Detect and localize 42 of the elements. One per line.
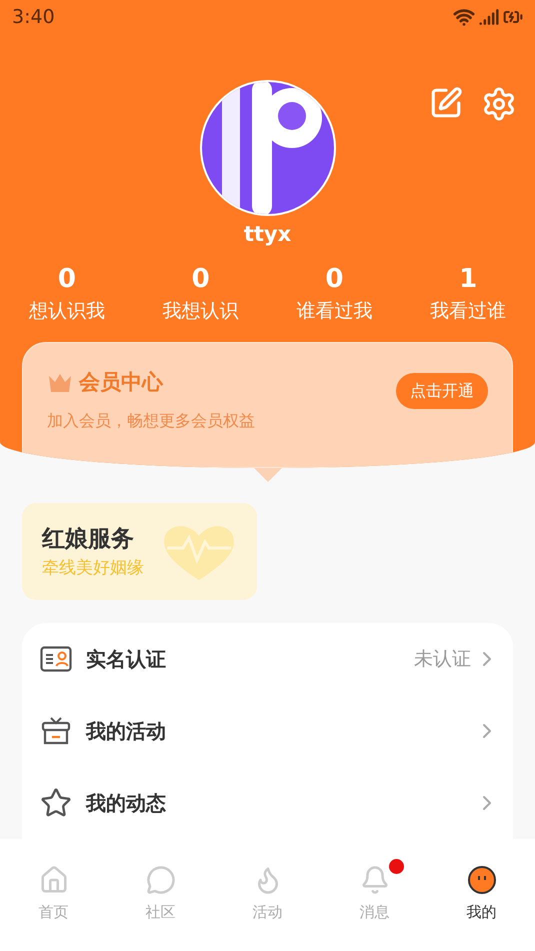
vip-card[interactable]: 会员中心 加入会员，畅想更多会员权益 点击开通 (22, 342, 513, 468)
matchmaker-card[interactable]: 红娘服务 牵线美好姻缘 (22, 503, 257, 600)
gift-box-icon (41, 716, 71, 746)
home-icon (38, 865, 68, 895)
chat-bubble-icon (146, 865, 176, 895)
user-name: ttyx (244, 221, 292, 248)
nav-tab[interactable]: 活动 (252, 865, 282, 951)
status-value: 未认证 (414, 646, 471, 672)
vip-title: 会员中心 (79, 369, 163, 396)
menu-label: 实名认证 (86, 646, 166, 673)
pointer-arrow (254, 468, 282, 482)
nav-tab[interactable]: 社区 (146, 865, 176, 951)
stat-label[interactable]: 我想认识 (162, 296, 239, 326)
stat-count: 1 (459, 263, 478, 296)
stat-label[interactable]: 谁看过我 (296, 296, 372, 326)
stat-count: 0 (192, 263, 210, 296)
stat-label[interactable]: 想认识我 (28, 296, 105, 326)
signal-icon (479, 7, 499, 28)
edit-icon[interactable] (429, 86, 463, 120)
id-card-icon (40, 646, 72, 672)
matchmaker-title: 红娘服务 (42, 524, 135, 554)
nav-tab[interactable]: 消息 (360, 865, 390, 951)
bell-icon (360, 865, 390, 895)
star-icon (40, 787, 72, 819)
status-time: 3:40 (12, 4, 55, 30)
wifi-icon (453, 6, 475, 28)
stat-label[interactable]: 我看过谁 (430, 296, 506, 326)
nav-tab[interactable]: 首页 (38, 865, 68, 951)
stat-count: 0 (325, 263, 344, 296)
menu-row[interactable]: 我的活动 (36, 711, 499, 751)
face-icon (466, 865, 496, 895)
settings-icon[interactable] (481, 86, 517, 122)
vip-subtitle: 加入会员，畅想更多会员权益 (47, 410, 255, 432)
menu-label: 我的活动 (86, 718, 166, 745)
menu-row[interactable]: 我的动态 (36, 783, 499, 823)
stat-count: 0 (58, 263, 76, 296)
crown-icon (47, 372, 73, 394)
activate-button[interactable]: 点击开通 (396, 373, 488, 410)
menu-label: 我的动态 (86, 790, 166, 817)
menu-row[interactable]: 实名认证 未认证 (36, 639, 499, 679)
matchmaker-subtitle: 牵线美好姻缘 (42, 556, 144, 580)
nav-tab[interactable]: 我的 (466, 865, 496, 951)
